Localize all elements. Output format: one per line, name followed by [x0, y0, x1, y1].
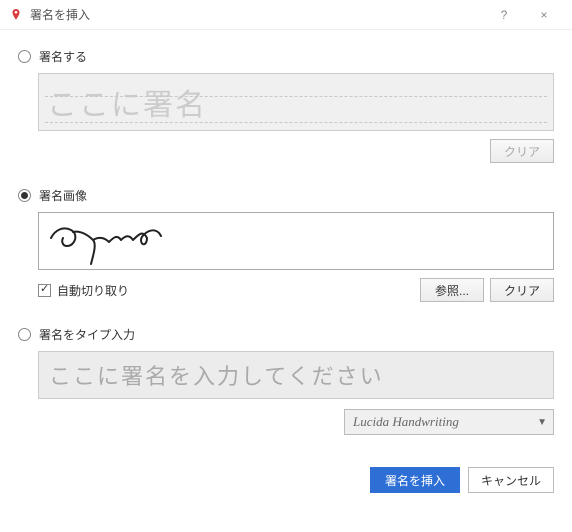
- dialog-content: 署名する ここに署名 クリア 署名画像 自動切り取り 参照...: [0, 30, 572, 455]
- option-image-label: 署名画像: [39, 187, 87, 204]
- option-type[interactable]: 署名をタイプ入力: [18, 326, 554, 343]
- draw-clear-label: クリア: [504, 143, 540, 160]
- image-clear-label: クリア: [504, 282, 540, 299]
- signature-image-area[interactable]: [38, 212, 554, 270]
- type-signature-area[interactable]: ここに署名を入力してください: [38, 351, 554, 399]
- option-draw[interactable]: 署名する: [18, 48, 554, 65]
- radio-image[interactable]: [18, 189, 31, 202]
- guide-line-top: [45, 96, 547, 97]
- guide-line-bottom: [45, 122, 547, 123]
- option-type-label: 署名をタイプ入力: [39, 326, 135, 343]
- option-draw-label: 署名する: [39, 48, 87, 65]
- auto-trim-checkbox[interactable]: [38, 284, 51, 297]
- font-select[interactable]: Lucida Handwriting ▼: [344, 409, 554, 435]
- auto-trim-row[interactable]: 自動切り取り: [38, 282, 129, 299]
- image-clear-button[interactable]: クリア: [490, 278, 554, 302]
- window-title: 署名を挿入: [30, 6, 484, 23]
- font-select-value: Lucida Handwriting: [353, 414, 459, 430]
- draw-clear-button[interactable]: クリア: [490, 139, 554, 163]
- close-button[interactable]: ×: [524, 0, 564, 30]
- radio-type[interactable]: [18, 328, 31, 341]
- signature-image: [43, 216, 173, 266]
- cancel-button[interactable]: キャンセル: [468, 467, 554, 493]
- draw-signature-area[interactable]: ここに署名: [38, 73, 554, 131]
- auto-trim-label: 自動切り取り: [57, 282, 129, 299]
- app-icon: [8, 7, 24, 23]
- option-image[interactable]: 署名画像: [18, 187, 554, 204]
- titlebar: 署名を挿入 ? ×: [0, 0, 572, 30]
- cancel-label: キャンセル: [481, 472, 541, 489]
- dialog-footer: 署名を挿入 キャンセル: [0, 455, 572, 507]
- draw-placeholder: ここに署名: [47, 80, 207, 124]
- close-icon: ×: [540, 8, 547, 22]
- browse-label: 参照...: [435, 282, 469, 299]
- radio-draw[interactable]: [18, 50, 31, 63]
- chevron-down-icon: ▼: [537, 417, 547, 428]
- insert-label: 署名を挿入: [385, 472, 445, 489]
- browse-button[interactable]: 参照...: [420, 278, 484, 302]
- help-button[interactable]: ?: [484, 0, 524, 30]
- help-icon: ?: [501, 8, 508, 22]
- insert-button[interactable]: 署名を挿入: [370, 467, 460, 493]
- type-placeholder: ここに署名を入力してください: [49, 359, 384, 391]
